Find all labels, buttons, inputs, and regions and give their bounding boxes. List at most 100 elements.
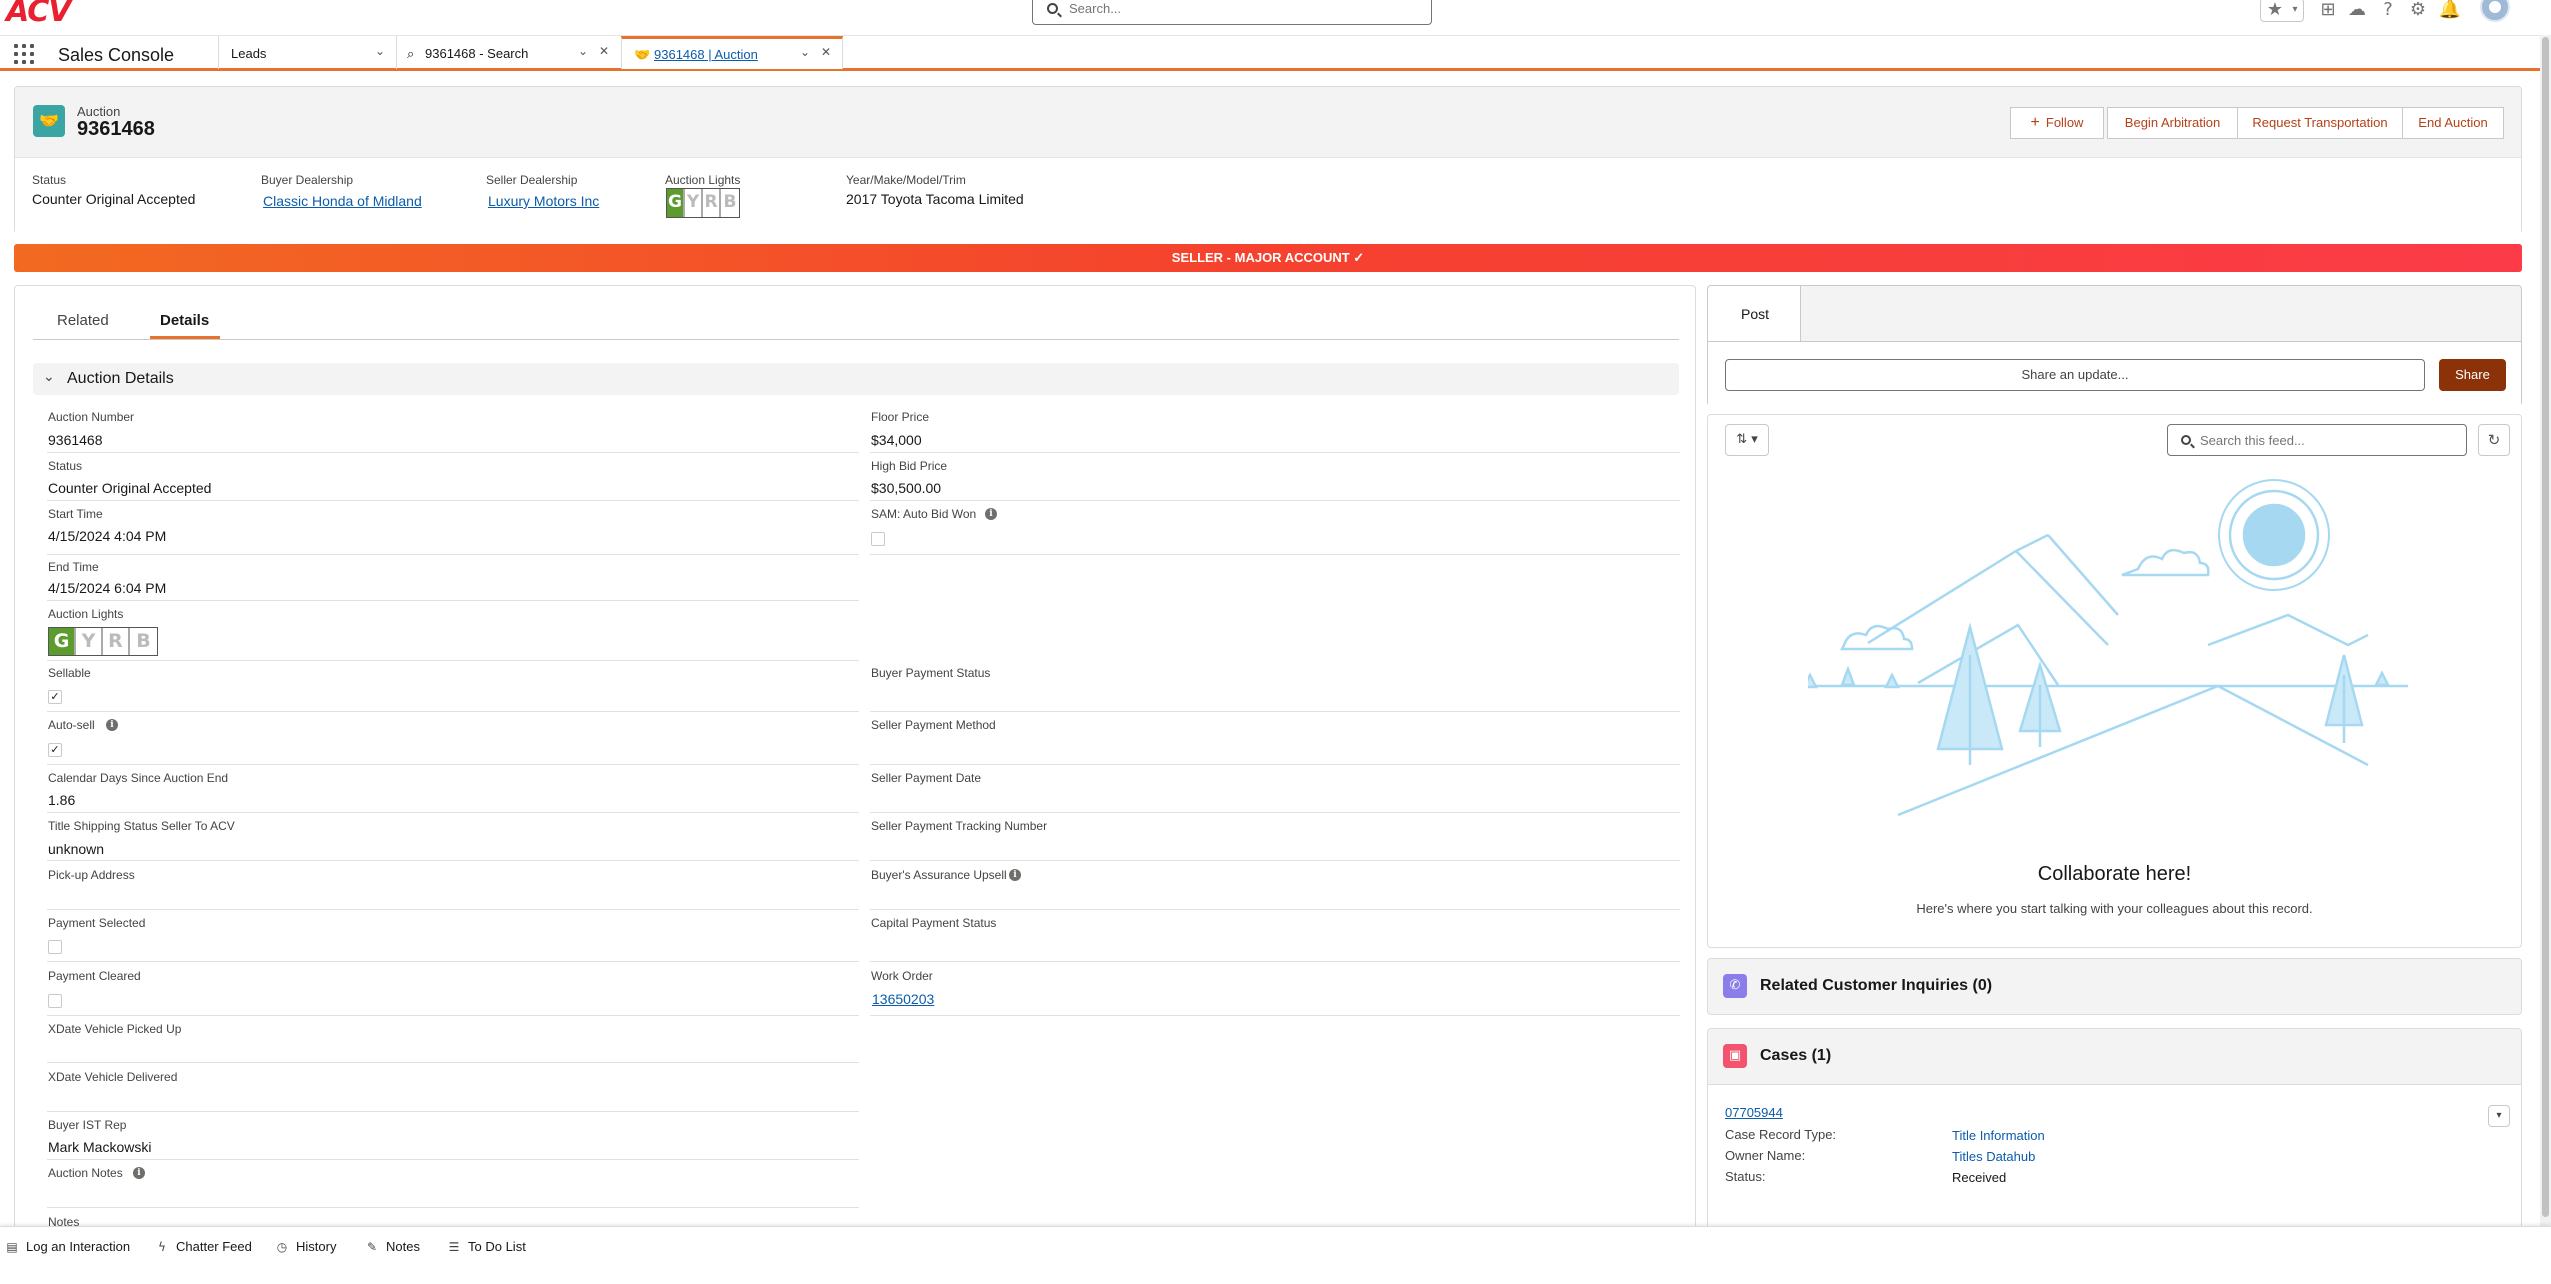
feed-search-input[interactable] xyxy=(2200,433,2450,448)
chevron-down-icon[interactable]: ⌄ xyxy=(578,44,588,58)
info-icon[interactable]: i xyxy=(106,719,118,731)
record-title: 9361468 xyxy=(77,118,155,140)
collaborate-illustration xyxy=(1808,479,2408,817)
field-label: Start Time xyxy=(48,507,103,521)
utility-to-do-list[interactable]: ☰ To Do List xyxy=(446,1239,526,1254)
close-icon[interactable]: ✕ xyxy=(821,45,831,59)
record-header: 🤝 Auction 9361468 + Follow Begin Arbitrat… xyxy=(14,86,2522,234)
case-status-label: Status: xyxy=(1725,1169,1766,1184)
field-label: Floor Price xyxy=(871,410,930,424)
utility-chatter-feed[interactable]: ϟ Chatter Feed xyxy=(154,1239,252,1254)
major-account-banner: SELLER - MAJOR ACCOUNT ✓ xyxy=(14,244,2522,272)
tab-related[interactable]: Related xyxy=(57,312,109,329)
request-transportation-button[interactable]: Request Transportation xyxy=(2237,107,2403,139)
sort-feed-button[interactable]: ⇅ ▾ xyxy=(1725,424,1769,456)
info-icon[interactable]: i xyxy=(985,508,997,520)
list-icon: ☰ xyxy=(448,1240,460,1254)
case-owner-link[interactable]: Titles Datahub xyxy=(1952,1149,2035,1164)
field-label: High Bid Price xyxy=(871,459,948,473)
acv-logo[interactable]: ACV xyxy=(6,0,72,29)
chevron-down-icon[interactable]: ⌄ xyxy=(43,369,55,385)
field-label: Status xyxy=(48,459,83,473)
ymm-value: 2017 Toyota Tacoma Limited xyxy=(846,191,1024,207)
user-avatar[interactable] xyxy=(2480,0,2510,22)
tab-post[interactable]: Post xyxy=(1708,286,1801,341)
tab-auction[interactable]: 🤝 9361468 | Auction ⌄ ✕ xyxy=(621,36,843,69)
page-scrollbar[interactable] xyxy=(2540,35,2551,1226)
field-label: Buyer Payment Status xyxy=(871,666,991,680)
field-label: End Time xyxy=(48,560,99,574)
tab-leads[interactable]: Leads ⌄ xyxy=(218,36,396,69)
global-search[interactable] xyxy=(1032,0,1432,25)
info-icon[interactable]: i xyxy=(133,1167,145,1179)
chevron-down-icon[interactable]: ⌄ xyxy=(800,45,810,59)
buyer-dealership-link[interactable]: Classic Honda of Midland xyxy=(263,193,422,209)
title-shipping-value: unknown xyxy=(48,841,105,857)
share-update-input[interactable]: Share an update... xyxy=(1725,359,2425,391)
case-record-type-link[interactable]: Title Information xyxy=(1952,1128,2045,1143)
field-label: Seller Payment Method xyxy=(871,718,996,732)
share-button[interactable]: Share xyxy=(2439,359,2506,391)
case-record-type-label: Case Record Type: xyxy=(1725,1127,1837,1142)
app-launcher-icon[interactable] xyxy=(14,44,36,66)
section-title: Auction Details xyxy=(67,370,174,387)
payment-selected-checkbox xyxy=(48,940,62,954)
utility-notes[interactable]: ✎ Notes xyxy=(364,1239,420,1254)
auction-number-value: 9361468 xyxy=(48,432,103,448)
field-label: Sellable xyxy=(48,666,91,680)
gear-icon[interactable]: ⚙ xyxy=(2406,0,2430,22)
tab-label: 9361468 | Auction xyxy=(654,47,758,62)
tab-search[interactable]: ⌕ 9361468 - Search ⌄ ✕ xyxy=(396,36,621,69)
begin-arbitration-button[interactable]: Begin Arbitration xyxy=(2107,107,2238,139)
search-icon: ⌕ xyxy=(407,46,415,61)
case-number-link[interactable]: 07705944 xyxy=(1725,1105,1783,1120)
field-label: Payment Selected xyxy=(48,916,146,930)
auction-icon: 🤝 xyxy=(33,105,65,137)
start-time-value: 4/15/2024 4:04 PM xyxy=(48,528,167,544)
utility-bar: ▤ Log an Interaction ϟ Chatter Feed ◷ Histo… xyxy=(0,1226,2551,1266)
utility-history[interactable]: ◷ History xyxy=(274,1239,337,1254)
field-label: Auto-sell xyxy=(48,718,95,732)
related-list-title[interactable]: Cases (1) xyxy=(1760,1047,1831,1065)
seller-dealership-link[interactable]: Luxury Motors Inc xyxy=(488,193,599,209)
auction-lights-indicator: G Y R B xyxy=(666,188,740,218)
close-icon[interactable]: ✕ xyxy=(599,44,609,58)
add-icon[interactable]: ⊞ xyxy=(2316,0,2340,22)
buyer-dealership-label: Buyer Dealership xyxy=(261,173,354,187)
bell-icon[interactable]: 🔔 xyxy=(2438,0,2462,22)
end-auction-button[interactable]: End Auction xyxy=(2402,107,2504,139)
chevron-down-icon[interactable]: ▾ xyxy=(2283,0,2307,22)
work-order-link[interactable]: 13650203 xyxy=(872,991,934,1007)
chevron-down-icon[interactable]: ⌄ xyxy=(375,44,385,58)
calendar-days-value: 1.86 xyxy=(48,792,76,808)
related-list-title[interactable]: Related Customer Inquiries (0) xyxy=(1760,977,1992,995)
section-header-auction-details[interactable]: ⌄ Auction Details xyxy=(33,363,1679,395)
field-label: Seller Payment Tracking Number xyxy=(871,819,1048,833)
record-details-card: Related Details ⌄ Auction Details Auctio… xyxy=(14,285,1696,1266)
search-icon xyxy=(2181,435,2191,445)
phone-icon: ✆ xyxy=(1723,974,1747,998)
help-icon[interactable]: ? xyxy=(2376,0,2400,22)
favorites-group[interactable]: ★ ▾ xyxy=(2260,0,2304,22)
field-label: Seller Payment Date xyxy=(871,771,982,785)
log-icon: ▤ xyxy=(6,1240,18,1254)
field-label: Payment Cleared xyxy=(48,969,141,983)
field-label: Buyer IST Rep xyxy=(48,1118,127,1132)
info-icon[interactable]: i xyxy=(1009,869,1021,881)
field-label: Pick-up Address xyxy=(48,868,135,882)
global-search-input[interactable] xyxy=(1069,1,1409,16)
chevron-down-icon[interactable]: ▾ xyxy=(2488,1105,2510,1127)
follow-button[interactable]: + Follow xyxy=(2010,107,2104,139)
feed-search[interactable] xyxy=(2167,424,2467,456)
field-label: Work Order xyxy=(871,969,933,983)
utility-log-interaction[interactable]: ▤ Log an Interaction xyxy=(4,1239,130,1254)
sellable-checkbox: ✓ xyxy=(48,690,62,704)
tab-details[interactable]: Details xyxy=(160,312,209,329)
buyer-ist-value: Mark Mackowski xyxy=(48,1139,152,1155)
refresh-icon[interactable]: ↻ xyxy=(2478,424,2510,456)
add-icon: + xyxy=(2030,114,2040,131)
field-label: XDate Vehicle Delivered xyxy=(48,1070,178,1084)
payment-cleared-checkbox xyxy=(48,994,62,1008)
auto-sell-checkbox: ✓ xyxy=(48,743,62,757)
cloud-icon[interactable]: ☁ xyxy=(2345,0,2369,22)
